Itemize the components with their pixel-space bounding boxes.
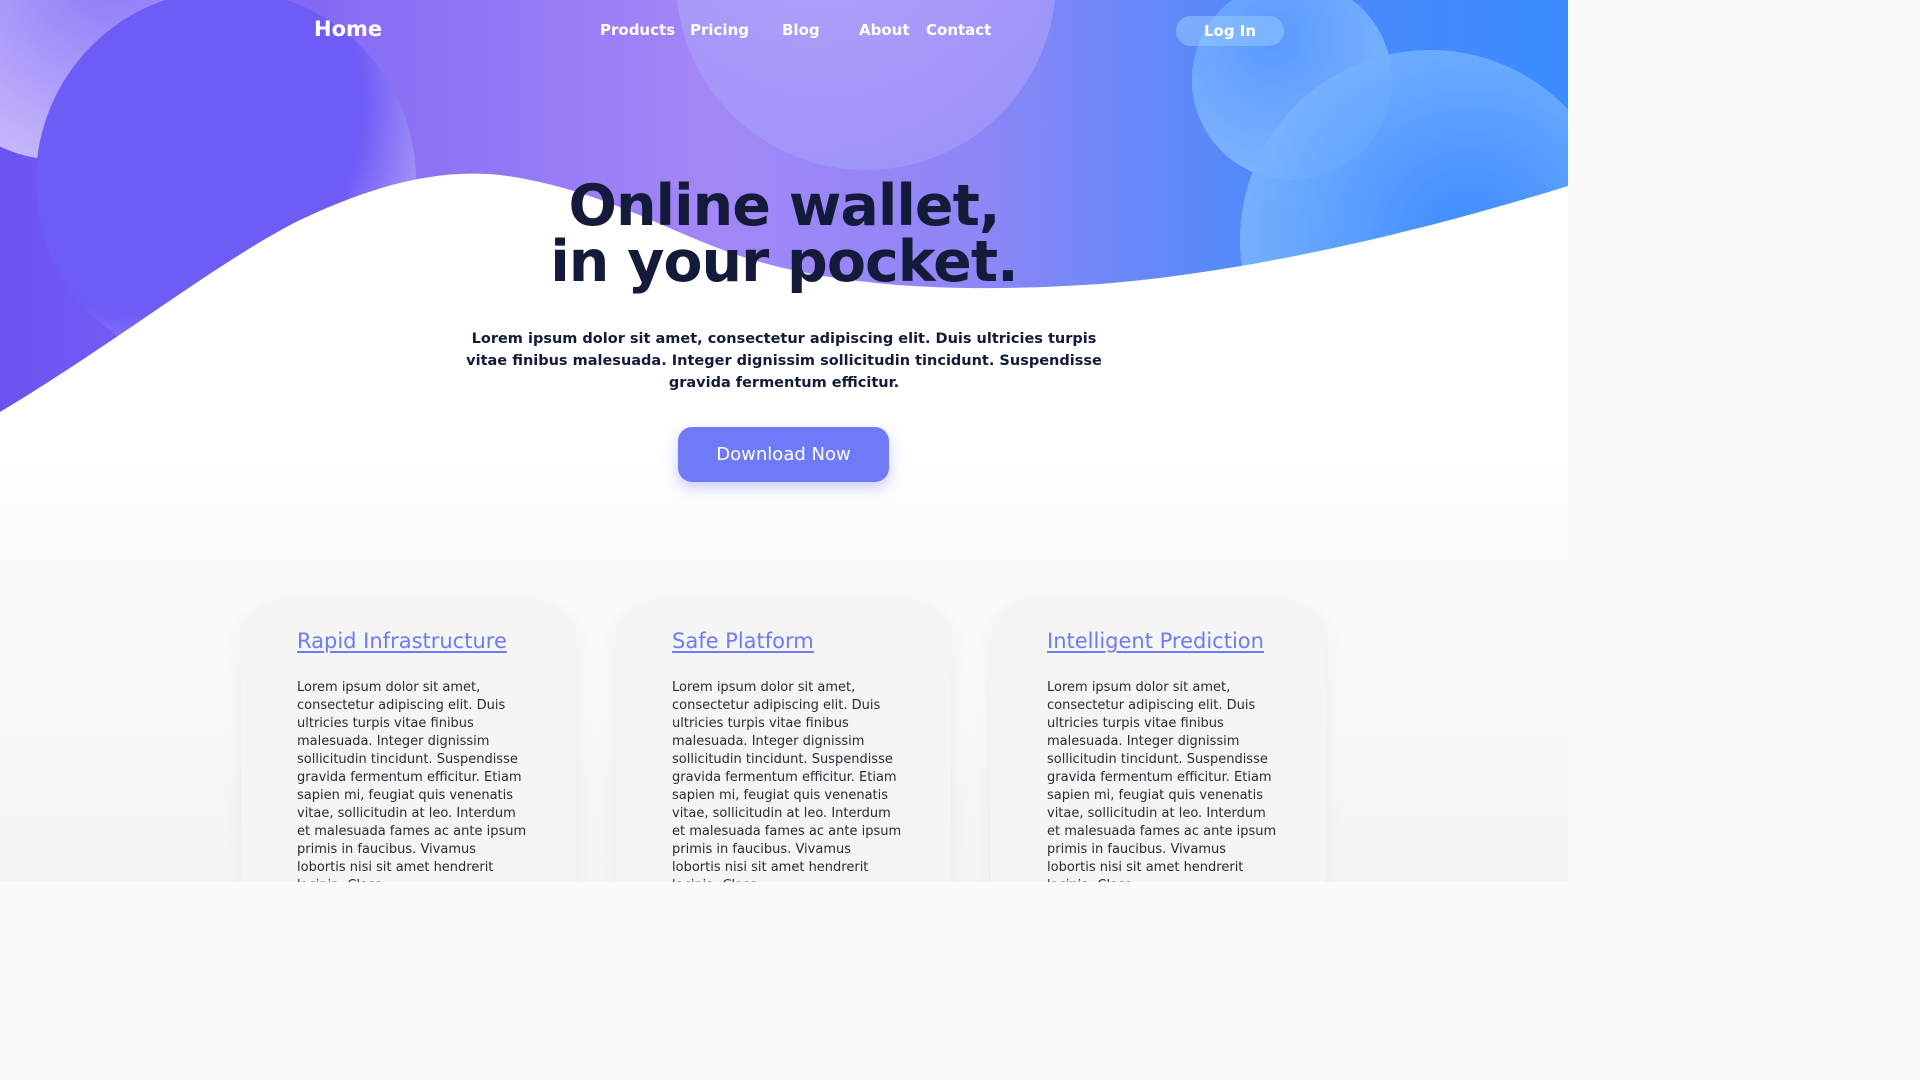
- hero-headline-line-1: Online wallet,: [568, 173, 1001, 239]
- feature-title-link[interactable]: Intelligent Prediction: [1047, 629, 1286, 653]
- landing-page: Home Products Pricing Blog About Contact…: [0, 0, 1568, 882]
- feature-title-link[interactable]: Safe Platform: [672, 629, 911, 653]
- download-now-button[interactable]: Download Now: [678, 427, 889, 482]
- login-button[interactable]: Log In: [1176, 16, 1284, 46]
- nav-link-products[interactable]: Products: [600, 21, 675, 39]
- hero-subtitle: Lorem ipsum dolor sit amet, consectetur …: [466, 331, 1102, 391]
- feature-card-rapid-infrastructure: Rapid Infrastructure Lorem ipsum dolor s…: [241, 603, 576, 882]
- nav-link-blog[interactable]: Blog: [782, 21, 820, 39]
- feature-description: Lorem ipsum dolor sit amet, consectetur …: [1047, 680, 1277, 882]
- nav-link-contact[interactable]: Contact: [926, 21, 991, 39]
- hero-headline-line-2: in your pocket.: [550, 229, 1019, 295]
- feature-description: Lorem ipsum dolor sit amet, consectetur …: [672, 680, 902, 882]
- feature-description: Lorem ipsum dolor sit amet, consectetur …: [297, 680, 527, 882]
- feature-title-link[interactable]: Rapid Infrastructure: [297, 629, 536, 653]
- nav-link-about[interactable]: About: [859, 21, 910, 39]
- feature-card-intelligent-prediction: Intelligent Prediction Lorem ipsum dolor…: [991, 603, 1326, 882]
- nav-link-pricing[interactable]: Pricing: [690, 21, 749, 39]
- feature-card-safe-platform: Safe Platform Lorem ipsum dolor sit amet…: [616, 603, 951, 882]
- hero-headline: Online wallet, in your pocket.: [0, 173, 1568, 295]
- top-nav: Home Products Pricing Blog About Contact…: [0, 0, 1568, 62]
- home-link[interactable]: Home: [314, 17, 382, 41]
